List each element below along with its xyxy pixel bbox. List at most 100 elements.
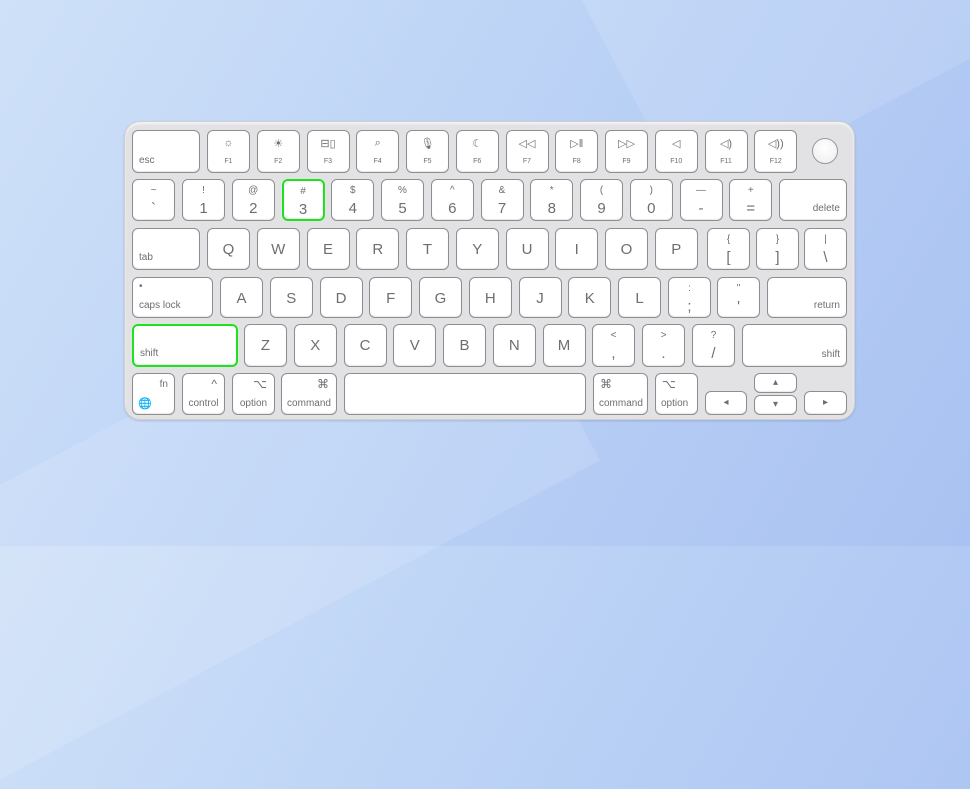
key-x[interactable]: X <box>293 324 337 367</box>
key-y[interactable]: Y <box>455 228 499 270</box>
key--[interactable]: >. <box>642 324 685 367</box>
key--[interactable]: + = <box>729 179 773 221</box>
key-w[interactable]: W <box>256 228 300 270</box>
key-arrow-right[interactable]: ▸ <box>804 391 847 415</box>
key-shift-label: % <box>398 185 407 196</box>
key-e[interactable]: E <box>306 228 350 270</box>
key--[interactable]: ~ ` <box>132 179 175 221</box>
key-label: 3 <box>298 201 308 218</box>
key-tab[interactable]: tab <box>132 228 200 270</box>
key-b[interactable]: B <box>443 324 486 367</box>
key-a[interactable]: A <box>220 277 263 318</box>
key-d[interactable]: D <box>319 277 363 318</box>
key-z[interactable]: Z <box>244 324 287 367</box>
key-caps-lock[interactable]: • caps lock <box>132 277 213 318</box>
key-f[interactable]: F <box>369 277 413 318</box>
key-play-pause[interactable]: ▷‖ F8 <box>555 130 599 173</box>
key-brightness-low[interactable]: ☼ F1 <box>207 130 250 173</box>
key-1[interactable]: ! 1 <box>182 179 225 221</box>
key-7[interactable]: & 7 <box>480 179 524 221</box>
key-command[interactable]: ⌘ command <box>593 373 648 415</box>
key-6[interactable]: ^ 6 <box>430 179 474 221</box>
key-delete[interactable]: delete <box>779 179 847 221</box>
key-g[interactable]: G <box>419 277 462 318</box>
key-3[interactable]: #3 <box>281 179 325 221</box>
key-2[interactable]: @2 <box>231 179 275 221</box>
key-9[interactable]: (9 <box>580 179 623 221</box>
key-fast-forward[interactable]: ▷▷ F9 <box>605 130 648 173</box>
key-4[interactable]: $4 <box>331 179 375 221</box>
key-space[interactable] <box>344 373 586 415</box>
key-shift-label: : <box>688 283 691 294</box>
key--[interactable]: " ' <box>717 277 760 318</box>
key-label: S <box>286 290 297 307</box>
key-t[interactable]: T <box>406 228 449 270</box>
key-8[interactable]: * 8 <box>530 179 574 221</box>
key-label: 7 <box>497 200 507 217</box>
key-moon[interactable]: ☾ F6 <box>455 130 499 173</box>
key-search[interactable]: ⌕ F4 <box>356 130 400 173</box>
key-arrow-up[interactable]: ▴ <box>754 373 797 393</box>
key-label: - <box>698 200 704 217</box>
key-0[interactable]: ) 0 <box>629 179 673 221</box>
key-j[interactable]: J <box>518 277 562 318</box>
key-label: 6 <box>448 200 457 217</box>
caps-lock-indicator: • <box>139 281 143 292</box>
key-u[interactable]: U <box>505 228 549 270</box>
key-shift-label: ~ <box>150 185 157 196</box>
key-control[interactable]: ^ control <box>182 373 225 415</box>
key-option[interactable]: ⌥ option <box>655 373 698 415</box>
key-command[interactable]: ⌘ command <box>281 373 337 415</box>
key-volume-up[interactable]: ◁)) F12 <box>754 130 798 173</box>
key--[interactable]: ? / <box>692 324 735 367</box>
modifier-symbol: ⌘ <box>600 377 612 391</box>
key--[interactable]: | \ <box>804 228 847 270</box>
key-o[interactable]: O <box>605 228 648 270</box>
modifier-symbol: ⌘ <box>317 377 329 391</box>
key--[interactable]: — - <box>679 179 723 221</box>
key-h[interactable]: H <box>468 277 512 318</box>
key-i[interactable]: I <box>555 228 599 270</box>
key-shift-label: } <box>775 234 780 245</box>
key-label: control <box>188 398 219 409</box>
brightness-low-icon: ☼ <box>223 137 234 149</box>
key-touch-id[interactable] <box>804 130 847 173</box>
key-l[interactable]: L <box>618 277 661 318</box>
key--[interactable]: }] <box>756 228 799 270</box>
key-mission-control[interactable]: ⊟▯ F3 <box>306 130 350 173</box>
volume-down-icon: ◁) <box>719 138 733 150</box>
key-label: , <box>611 345 616 362</box>
key-label: 4 <box>348 200 357 217</box>
key-rewind[interactable]: ◁◁ F7 <box>505 130 549 173</box>
key-option[interactable]: ⌥ option <box>232 373 275 415</box>
key-m[interactable]: M <box>542 324 586 367</box>
key--[interactable]: :; <box>668 277 711 318</box>
key--[interactable]: {[ <box>707 228 750 270</box>
key-esc[interactable]: esc <box>132 130 200 173</box>
key-arrow-left[interactable]: ◂ <box>705 391 747 415</box>
key-q[interactable]: Q <box>207 228 250 270</box>
key-k[interactable]: K <box>568 277 612 318</box>
key-n[interactable]: N <box>492 324 536 367</box>
key-left-shift[interactable]: shift <box>132 324 238 367</box>
key-right-shift[interactable]: shift <box>742 324 847 367</box>
key--[interactable]: <, <box>592 324 635 367</box>
key-brightness-high[interactable]: ☀ F2 <box>256 130 300 173</box>
key-s[interactable]: S <box>269 277 313 318</box>
keyboard: esc ☼ F1 ☀ F2 ⊟▯ F3 ⌕ F4 🎙 F5 ☾ F6 ◁◁ F7 ▷‖ F8 ▷▷ F9 ◁ F10 ◁)… <box>124 121 855 420</box>
key-microphone[interactable]: 🎙 F5 <box>406 130 449 173</box>
key-mute[interactable]: ◁ F10 <box>654 130 698 173</box>
key-c[interactable]: C <box>343 324 387 367</box>
key-r[interactable]: R <box>356 228 400 270</box>
key-5[interactable]: % 5 <box>381 179 424 221</box>
key-v[interactable]: V <box>393 324 437 367</box>
key-arrow-down[interactable]: ▾ <box>754 395 797 415</box>
key-p[interactable]: P <box>654 228 698 270</box>
key-globe[interactable]: fn 🌐 <box>132 373 175 415</box>
key-label: R <box>372 241 384 258</box>
key-label: ] <box>775 249 780 266</box>
key-volume-down[interactable]: ◁) F11 <box>704 130 748 173</box>
key-return[interactable]: return <box>767 277 847 318</box>
key-label: A <box>236 290 247 307</box>
touch-id-icon <box>812 138 838 164</box>
